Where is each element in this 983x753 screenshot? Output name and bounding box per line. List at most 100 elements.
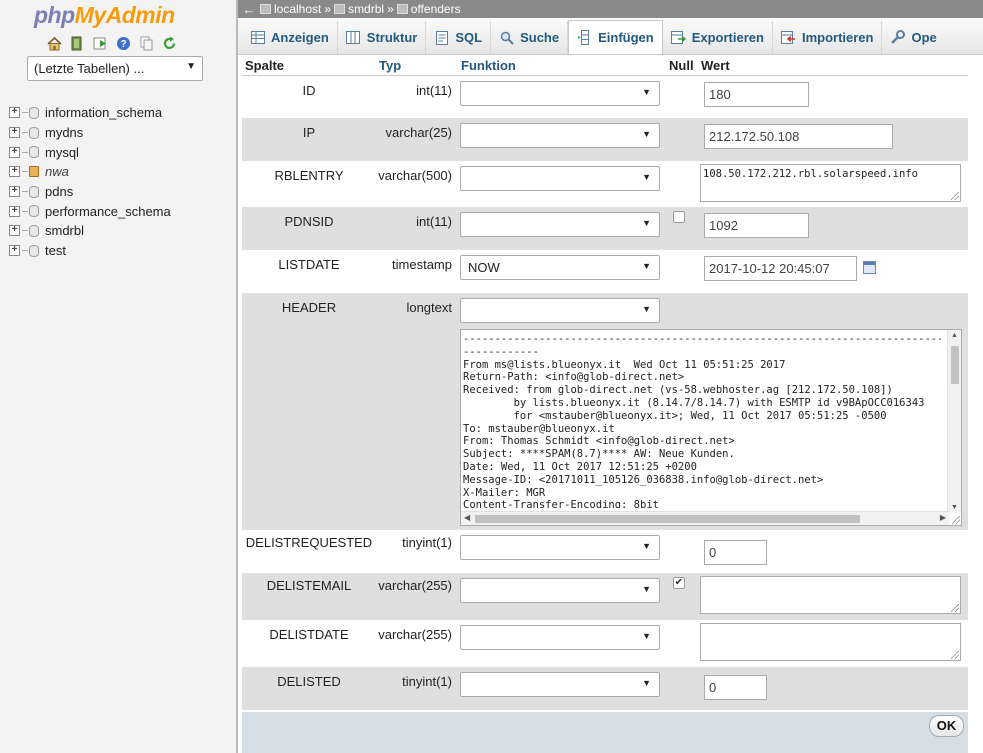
- resize-grip-icon[interactable]: [951, 651, 959, 659]
- tree-connector: [22, 171, 28, 173]
- function-select[interactable]: ▼: [460, 166, 660, 191]
- tab-structure[interactable]: Struktur: [338, 21, 427, 54]
- logo-php-text: php: [34, 2, 75, 28]
- datetime-input[interactable]: 2017-10-12 20:45:07: [704, 256, 857, 281]
- function-select[interactable]: ▼: [460, 212, 660, 237]
- breadcrumb-server[interactable]: localhost: [260, 2, 321, 16]
- expand-icon[interactable]: +: [9, 146, 20, 158]
- scroll-right-icon[interactable]: ▶: [940, 513, 946, 522]
- vertical-scrollbar[interactable]: ▲ ▼: [947, 330, 961, 513]
- horizontal-scrollbar[interactable]: ◀ ▶: [461, 511, 949, 525]
- sql-icon: [434, 30, 449, 45]
- tab-label: Struktur: [366, 30, 418, 45]
- collapse-nav-icon[interactable]: ←: [238, 2, 260, 17]
- copy-icon[interactable]: [138, 35, 155, 52]
- database-name[interactable]: performance_schema: [45, 204, 171, 219]
- tab-browse[interactable]: Anzeigen: [242, 21, 338, 54]
- expand-icon[interactable]: +: [9, 107, 20, 119]
- function-select[interactable]: ▼: [460, 298, 660, 323]
- function-select[interactable]: NOW ▼: [460, 255, 660, 280]
- tab-insert[interactable]: Einfügen: [568, 20, 663, 54]
- header-textarea[interactable]: ----------------------------------------…: [460, 329, 962, 526]
- tab-import[interactable]: Importieren: [773, 21, 883, 54]
- table-row: PDNSID int(11) ▼ 1092: [242, 207, 968, 250]
- database-item[interactable]: + test: [9, 241, 171, 261]
- database-icon: [29, 224, 39, 237]
- docs-icon[interactable]: ?: [115, 35, 132, 52]
- expand-icon[interactable]: +: [9, 127, 20, 139]
- tree-connector: [22, 191, 28, 193]
- tree-connector: [22, 112, 28, 114]
- table-header-row: Spalte Typ Funktion Null Wert: [242, 56, 968, 76]
- tab-sql[interactable]: SQL: [426, 21, 492, 54]
- chevron-down-icon: ▼: [642, 129, 651, 139]
- ok-button[interactable]: OK: [929, 715, 964, 737]
- database-item[interactable]: + information_schema: [9, 103, 171, 123]
- function-select[interactable]: ▼: [460, 672, 660, 697]
- scroll-down-icon[interactable]: ▼: [951, 504, 958, 511]
- breadcrumb-table-label: offenders: [410, 2, 461, 16]
- resize-grip-icon[interactable]: [952, 516, 960, 524]
- nav-resize-handle[interactable]: [236, 0, 238, 753]
- table-row: ID int(11) ▼ 180: [242, 75, 968, 118]
- logout-icon[interactable]: [69, 35, 86, 52]
- resize-grip-icon[interactable]: [951, 604, 959, 612]
- database-name[interactable]: test: [45, 243, 66, 258]
- database-icon: [334, 4, 346, 14]
- column-type: tinyint(1): [376, 530, 458, 573]
- function-select[interactable]: ▼: [460, 535, 660, 560]
- scroll-thumb[interactable]: [475, 515, 860, 523]
- scroll-up-icon[interactable]: ▲: [951, 332, 958, 339]
- database-icon: [29, 146, 39, 159]
- value-textarea[interactable]: [700, 576, 961, 614]
- value-input[interactable]: 1092: [704, 213, 809, 238]
- value-input[interactable]: 212.172.50.108: [704, 124, 893, 149]
- recent-tables-select[interactable]: (Letzte Tabellen) ... ▼: [27, 56, 203, 81]
- tab-export[interactable]: Exportieren: [663, 21, 773, 54]
- value-textarea[interactable]: 108.50.172.212.rbl.solarspeed.info: [700, 164, 961, 202]
- database-item[interactable]: + pdns: [9, 182, 171, 202]
- expand-icon[interactable]: +: [9, 245, 20, 257]
- nav-icon-bar: ?: [46, 35, 178, 52]
- phpmyadmin-logo[interactable]: phpMyAdmin: [34, 2, 175, 29]
- calendar-icon[interactable]: [863, 261, 876, 275]
- database-item[interactable]: + performance_schema: [9, 201, 171, 221]
- breadcrumb-database[interactable]: smdrbl: [334, 2, 384, 16]
- expand-icon[interactable]: +: [9, 205, 20, 217]
- database-item[interactable]: + smdrbl: [9, 221, 171, 241]
- database-name[interactable]: mydns: [45, 125, 83, 140]
- breadcrumb-table[interactable]: offenders: [396, 2, 461, 16]
- database-item[interactable]: + mysql: [9, 142, 171, 162]
- expand-icon[interactable]: +: [9, 225, 20, 237]
- query-window-icon[interactable]: [92, 35, 109, 52]
- scroll-left-icon[interactable]: ◀: [464, 513, 470, 522]
- value-input[interactable]: 180: [704, 81, 809, 107]
- tab-label: SQL: [455, 30, 483, 45]
- resize-grip-icon[interactable]: [951, 192, 959, 200]
- database-item[interactable]: + nwa: [9, 162, 171, 182]
- textarea-content: 108.50.172.212.rbl.solarspeed.info: [703, 168, 918, 180]
- value-textarea[interactable]: [700, 623, 961, 661]
- reload-icon[interactable]: [161, 35, 178, 52]
- scroll-thumb[interactable]: [951, 346, 959, 384]
- database-name[interactable]: pdns: [45, 184, 73, 199]
- null-checkbox[interactable]: [673, 211, 685, 223]
- expand-icon[interactable]: +: [9, 166, 20, 178]
- database-item[interactable]: + mydns: [9, 123, 171, 143]
- tab-search[interactable]: Suche: [491, 21, 569, 54]
- function-select[interactable]: ▼: [460, 123, 660, 148]
- function-select[interactable]: ▼: [460, 578, 660, 603]
- function-select[interactable]: ▼: [460, 625, 660, 650]
- null-checkbox-checked[interactable]: ✔: [673, 577, 685, 589]
- database-name[interactable]: nwa: [45, 164, 69, 179]
- value-input[interactable]: 0: [704, 675, 767, 700]
- value-input[interactable]: 0: [704, 540, 767, 565]
- function-select[interactable]: ▼: [460, 80, 660, 106]
- home-icon[interactable]: [46, 35, 63, 52]
- expand-icon[interactable]: +: [9, 186, 20, 198]
- database-name[interactable]: mysql: [45, 145, 79, 160]
- chevron-down-icon: ▼: [642, 172, 651, 182]
- database-name[interactable]: smdrbl: [45, 223, 84, 238]
- database-name[interactable]: information_schema: [45, 105, 162, 120]
- tab-operations[interactable]: Ope: [882, 21, 944, 54]
